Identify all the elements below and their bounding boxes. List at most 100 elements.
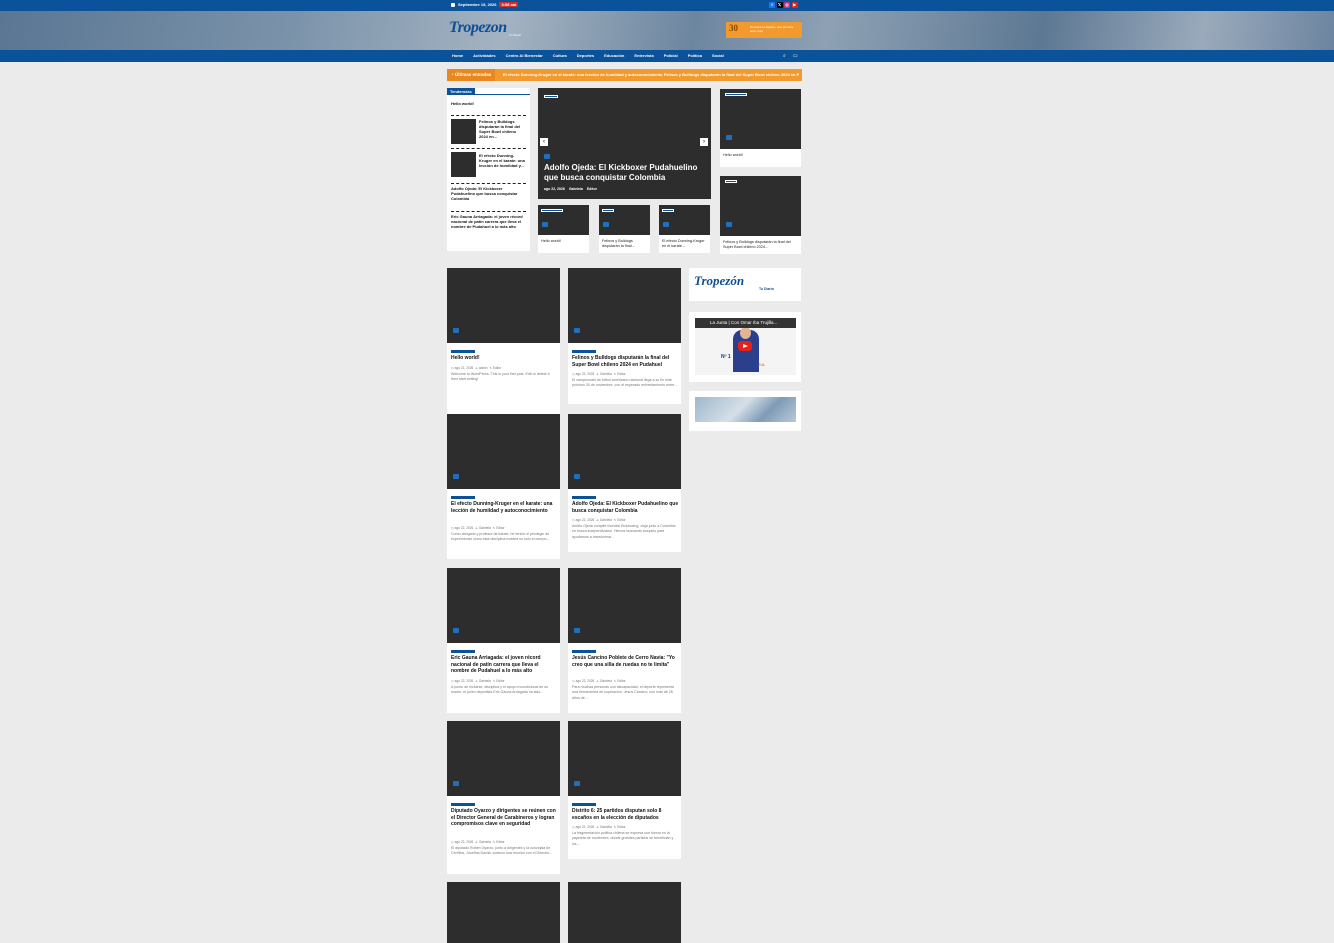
category-tag[interactable] [451,803,475,806]
post-author[interactable]: admin [479,366,488,370]
post-title[interactable]: Hello world! [451,355,558,362]
post-editor[interactable]: Editor [496,840,504,844]
nav-item[interactable]: Cultura [553,53,567,58]
trending-thumb[interactable] [451,119,476,144]
slider-thumb[interactable]: El efecto Dunning-Kruger en el karate... [659,205,710,253]
post-card[interactable] [447,882,560,943]
site-logo[interactable]: Tropezon [449,19,507,37]
youtube-embed[interactable]: La Junta | Con Omar Iba Trujilla... Nº 1… [695,318,796,375]
post-title[interactable]: Distrito 6: 25 partidos disputan solo 8 … [572,808,679,821]
nav-item[interactable]: Policial [664,53,678,58]
slider-editor[interactable]: Editor [587,187,597,191]
nav-item[interactable]: Home [452,53,463,58]
post-card[interactable] [568,882,681,943]
card-image[interactable] [720,176,801,236]
category-tag[interactable] [662,209,674,212]
post-image[interactable] [568,568,681,643]
trending-item[interactable]: Felinos y Bulldogs disputarán la final d… [479,119,526,139]
category-tag[interactable] [572,803,596,806]
post-author[interactable]: Gabriela [479,840,491,844]
post-card[interactable]: Hello world! ◷ ago 21, 2026 ♙ admin ✎ Edi… [447,268,560,418]
post-card[interactable]: Distrito 6: 25 partidos disputan solo 8 … [568,721,681,859]
post-editor[interactable]: Editor [496,526,504,530]
category-tag[interactable] [602,209,614,212]
post-image[interactable] [447,268,560,343]
category-tag[interactable] [544,95,558,98]
video-title[interactable]: La Junta | Con Omar Iba Trujilla... [710,320,790,325]
post-card[interactable]: Jesús Cancino Poblete de Cerro Navia: "Y… [568,568,681,713]
category-tag[interactable] [572,650,596,653]
nav-item[interactable]: Actividades [473,53,495,58]
slider-prev-arrow[interactable]: ‹ [540,138,548,146]
post-editor[interactable]: Editor [617,679,625,683]
category-tag[interactable] [541,209,563,212]
post-author[interactable]: Gabriela [600,679,612,683]
post-author[interactable]: Gabriela [479,679,491,683]
card-title[interactable]: Hello world! [723,153,799,158]
breaking-ticker[interactable]: El efecto Dunning-Kruger en el karate: u… [503,72,799,77]
play-icon[interactable] [738,341,752,351]
card-title[interactable]: Felinos y Bulldogs disputarán la final d… [723,240,799,250]
category-tag[interactable] [725,93,747,96]
post-card[interactable]: Diputado Oyarzo y dirigentes se reúnen c… [447,721,560,874]
header-ad-banner[interactable]: 30 Si usted es alguien, una primera sola… [726,22,802,38]
category-tag[interactable] [451,496,475,499]
x-icon[interactable]: 𝕏 [776,2,783,8]
post-editor[interactable]: Editor [617,825,625,829]
category-tag[interactable] [451,350,475,353]
category-tag[interactable] [725,180,737,183]
trending-item[interactable]: Eric Gauna Arriagada: el joven récord na… [451,214,526,229]
nav-item[interactable]: Política [688,53,702,58]
post-editor[interactable]: Editor [493,366,501,370]
post-card[interactable]: Felinos y Bulldogs disputarán la final d… [568,268,681,404]
post-card[interactable]: Adolfo Ojeda: El Kickboxer Pudahuelino q… [568,414,681,552]
thumb-title[interactable]: El efecto Dunning-Kruger en el karate... [662,239,709,249]
post-editor[interactable]: Editor [617,518,625,522]
post-author[interactable]: Gabriela [479,526,491,530]
nav-item[interactable]: Deportes [577,53,594,58]
nav-item[interactable]: Centro Al Bienestar [506,53,543,58]
post-editor[interactable]: Editor [617,372,625,376]
post-image[interactable] [447,414,560,489]
thumb-title[interactable]: Felinos y Bulldogs disputarán la final..… [602,239,649,249]
post-card[interactable]: El efecto Dunning-Kruger en el karate: u… [447,414,560,559]
thumb-title[interactable]: Hello world! [541,239,588,244]
post-author[interactable]: Gabriela [600,372,612,376]
slider-next-arrow[interactable]: › [700,138,708,146]
slider-title[interactable]: Adolfo Ojeda: El Kickboxer Pudahuelino q… [544,163,706,183]
nav-item[interactable]: Entrevista [634,53,653,58]
trending-item[interactable]: Adolfo Ojeda: El Kickboxer Pudahuelino q… [451,186,526,201]
screen-icon[interactable]: ▭ [793,53,798,59]
post-image[interactable] [568,268,681,343]
post-title[interactable]: Adolfo Ojeda: El Kickboxer Pudahuelino q… [572,501,679,514]
slider-thumb[interactable]: Hello world! [538,205,589,253]
post-image[interactable] [568,882,681,943]
youtube-icon[interactable]: ▶ [791,2,798,8]
post-card[interactable]: Eric Gauna Arriagada: el joven récord na… [447,568,560,713]
category-tag[interactable] [572,350,596,353]
post-author[interactable]: Gabriela [600,825,612,829]
post-title[interactable]: Diputado Oyarzo y dirigentes se reúnen c… [451,808,558,828]
card-image[interactable] [720,89,801,149]
editor-pick-card[interactable]: Felinos y Bulldogs disputarán la final d… [720,176,801,254]
post-image[interactable] [447,568,560,643]
post-image[interactable] [568,721,681,796]
editor-pick-card[interactable]: Hello world! [720,89,801,167]
post-image[interactable] [447,882,560,943]
post-title[interactable]: Eric Gauna Arriagada: el joven récord na… [451,655,558,675]
category-tag[interactable] [451,650,475,653]
post-title[interactable]: El efecto Dunning-Kruger en el karate: u… [451,501,558,514]
featured-slider[interactable]: ‹ › Adolfo Ojeda: El Kickboxer Pudahueli… [538,88,711,199]
post-image[interactable] [568,414,681,489]
category-tag[interactable] [572,496,596,499]
trending-item[interactable]: Hello world! [451,101,526,106]
slider-thumb[interactable]: Felinos y Bulldogs disputarán la final..… [599,205,650,253]
nav-item[interactable]: Educación [604,53,624,58]
sidebar-banner-image[interactable] [695,397,796,422]
trending-item[interactable]: El efecto Dunning-Kruger en el karate: u… [479,153,526,168]
post-author[interactable]: Gabriela [600,518,612,522]
post-editor[interactable]: Editor [496,679,504,683]
sidebar-logo[interactable]: Tropezón [694,273,744,289]
slider-author[interactable]: Gabriela [569,187,583,191]
trending-thumb[interactable] [451,152,476,177]
